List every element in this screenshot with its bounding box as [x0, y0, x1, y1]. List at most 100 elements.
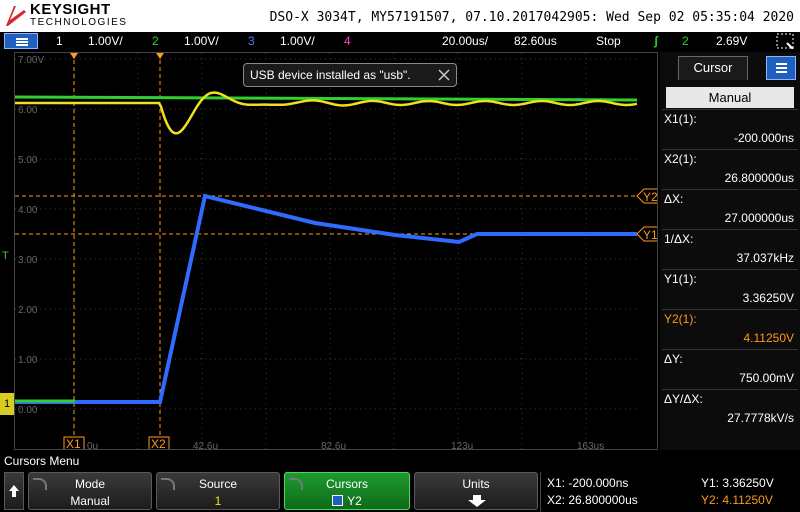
source-softkey-value: 1 [214, 494, 222, 508]
channel-3-trace [15, 193, 637, 404]
readout-y2: Y2: 4.11250V [701, 493, 773, 507]
checkbox-icon [332, 495, 344, 506]
cursor-panel-tab[interactable]: Cursor [678, 56, 748, 80]
channel-1-scale[interactable]: 1.00V/ [88, 34, 123, 48]
x-axis-tick-label: 0u [87, 441, 98, 450]
readout-x1: X1: -200.000ns [547, 476, 629, 490]
divider [662, 349, 798, 350]
trigger-level-marker[interactable]: T [2, 250, 9, 262]
mode-softkey-value: Manual [70, 494, 110, 508]
cursor-readout-value: 37.037kHz [736, 251, 794, 265]
x-axis-tick-label: 42.6u [193, 441, 218, 450]
divider [662, 109, 798, 110]
x-axis-tick-label: 123u [451, 441, 473, 450]
cursor-panel-header: Cursor [660, 52, 800, 80]
notification-text: USB device installed as "usb". [250, 68, 411, 82]
cursor-y2-tag[interactable]: Y2 [636, 188, 658, 204]
y-axis-tick-label: 0.00 [18, 405, 38, 416]
title-bar: KEYSIGHT TECHNOLOGIES DSO-X 3034T, MY571… [0, 0, 800, 32]
cursor-y2-label: Y2 [643, 190, 658, 204]
divider [662, 269, 798, 270]
cursor-readout-value: 4.11250V [743, 331, 795, 345]
cursor-readout-value: 27.000000us [724, 211, 794, 225]
cursor-readout-label: X2(1): [664, 152, 697, 166]
cursor-readout-label: X1(1): [664, 112, 697, 126]
cursor-readout-value: 3.36250V [742, 291, 794, 305]
y-axis-tick-label: 7.00V [18, 55, 44, 66]
cursors-softkey[interactable]: Cursors Y2 [284, 472, 410, 510]
x1-top-marker-icon [70, 53, 78, 59]
readout-y1: Y1: 3.36250V [701, 476, 774, 490]
cursor-readout-label: 1/ΔX: [664, 232, 694, 246]
mode-softkey[interactable]: Mode Manual [28, 472, 152, 510]
notification-toast: USB device installed as "usb". [243, 63, 457, 87]
zoom-icon[interactable] [776, 33, 794, 49]
cursor-x1-label: X1 [66, 437, 81, 450]
cursor-readout-label: ΔX: [664, 192, 684, 206]
cursor-x2-tag[interactable]: X2 [148, 436, 170, 450]
keysight-logo-icon [6, 6, 26, 26]
down-arrow-icon [468, 495, 486, 507]
brand-subtitle: TECHNOLOGIES [30, 17, 128, 28]
close-icon[interactable] [438, 69, 450, 81]
readout-x2: X2: 26.800000us [547, 493, 638, 507]
divider [662, 149, 798, 150]
y-axis-tick-label: 5.00 [18, 155, 38, 166]
channel-2-trace [15, 95, 638, 102]
channel-2-number[interactable]: 2 [152, 34, 159, 48]
timebase-scale[interactable]: 20.00us/ [442, 34, 488, 48]
cursor-readout-value: 26.800000us [724, 171, 794, 185]
x2-top-marker-icon [156, 53, 164, 59]
y-axis-tick-label: 3.00 [18, 255, 38, 266]
cursor-readout-label: ΔY/ΔX: [664, 392, 703, 406]
cursor-readout-value: -200.000ns [733, 131, 794, 145]
back-button[interactable] [4, 472, 24, 510]
divider [662, 189, 798, 190]
source-softkey[interactable]: Source 1 [156, 472, 280, 510]
cursor-readout-value: 750.00mV [739, 371, 794, 385]
cursor-readout: X1: -200.000ns X2: 26.800000us Y1: 3.362… [540, 472, 800, 512]
trigger-source[interactable]: 2 [682, 34, 689, 48]
ground-reference-marker[interactable]: 1 [0, 393, 14, 415]
cursor-x2-label: X2 [151, 437, 166, 450]
cursors-softkey-value-row: Y2 [285, 494, 409, 508]
cursor-readout-label: ΔY: [664, 352, 683, 366]
device-info: DSO-X 3034T, MY57191507, 07.10.201704290… [269, 10, 794, 25]
x-axis-tick-label: 82.6u [321, 441, 346, 450]
cursor-mode-value[interactable]: Manual [666, 87, 794, 108]
divider [662, 309, 798, 310]
cursor-y1-label: Y1 [643, 228, 658, 242]
menu-icon[interactable] [4, 33, 38, 49]
y-axis-tick-label: 2.00 [18, 305, 38, 316]
channel-4-number[interactable]: 4 [344, 34, 351, 48]
channel-2-scale[interactable]: 1.00V/ [184, 34, 219, 48]
y-axis-tick-label: 4.00 [18, 205, 38, 216]
cursor-readout-label: Y1(1): [664, 272, 697, 286]
trigger-level[interactable]: 2.69V [716, 34, 747, 48]
cursor-panel: Cursor Manual X1(1): -200.000ns X2(1): 26.8… [660, 52, 800, 450]
units-softkey-label: Units [462, 477, 490, 491]
cursor-y1-tag[interactable]: Y1 [636, 226, 658, 242]
channel-3-scale[interactable]: 1.00V/ [280, 34, 315, 48]
panel-menu-icon[interactable] [766, 56, 796, 80]
channel-bar: 1 1.00V/ 2 1.00V/ 3 1.00V/ 4 20.00us/ 82… [0, 32, 800, 50]
timebase-delay[interactable]: 82.60us [514, 34, 557, 48]
channel-1-number[interactable]: 1 [56, 34, 63, 48]
cursors-softkey-label: Cursors [325, 477, 368, 491]
trigger-slope-icon: ʃ [654, 34, 658, 48]
graticule [15, 53, 637, 449]
waveform-display[interactable]: 7.00V 6.00 5.00 4.00 3.00 2.00 1.00 0.00 0u 42.6… [14, 52, 658, 450]
y-axis-tick-label: 6.00 [18, 105, 38, 116]
units-softkey[interactable]: Units [414, 472, 538, 510]
cursor-lines[interactable] [15, 53, 637, 450]
ground-marker-label: 1 [3, 398, 11, 410]
channel-3-number[interactable]: 3 [248, 34, 255, 48]
mode-softkey-label: Mode [74, 477, 106, 491]
divider [662, 389, 798, 390]
trigger-marker-label: T [2, 250, 9, 262]
run-status[interactable]: Stop [596, 34, 621, 48]
cursor-x1-tag[interactable]: X1 [63, 436, 85, 450]
up-arrow-icon [9, 485, 19, 497]
divider [662, 229, 798, 230]
cursor-readout-label: Y2(1): [664, 312, 697, 326]
